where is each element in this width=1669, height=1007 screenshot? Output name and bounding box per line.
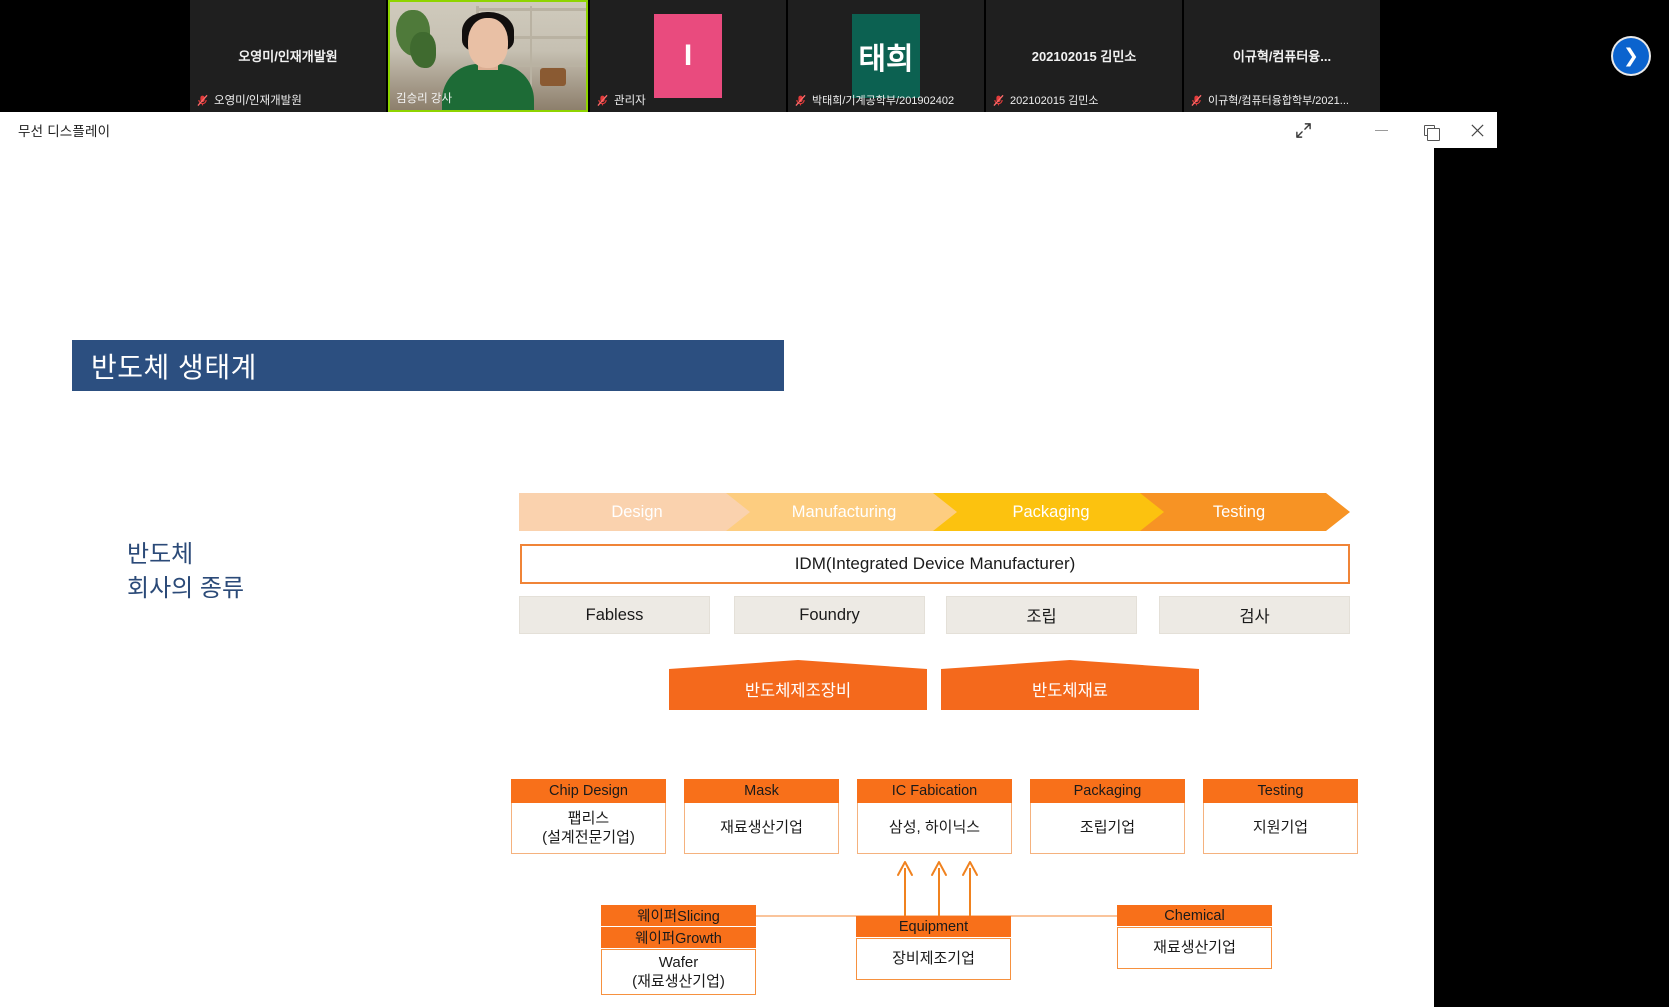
process-step-design: Design bbox=[519, 493, 767, 531]
value-chain-packaging: Packaging 조립기업 bbox=[1030, 779, 1185, 854]
value-chain-mask: Mask 재료생산기업 bbox=[684, 779, 839, 854]
participant-tile-5[interactable]: 이규혁/컴퓨터융... 이규혁/컴퓨터융합학부/2021... bbox=[1184, 0, 1380, 112]
participant-footer: 이규혁/컴퓨터융합학부/2021... bbox=[1190, 92, 1349, 108]
participant-footer-label: 이규혁/컴퓨터융합학부/2021... bbox=[1208, 95, 1349, 107]
process-step-label: Design bbox=[611, 502, 663, 521]
participant-tile-2[interactable]: I 관리자 bbox=[590, 0, 786, 112]
window-titlebar: 무선 디스플레이 bbox=[0, 112, 1497, 148]
participant-footer-label: 김승리 강사 bbox=[396, 93, 453, 105]
wireless-display-window: 무선 디스플레이 반도체 생태계 반도체 회사의 종류 Design Manuf… bbox=[0, 112, 1497, 1007]
participant-footer: 202102015 김민소 bbox=[992, 92, 1098, 108]
window-title: 무선 디스플레이 bbox=[18, 124, 111, 139]
process-step-label: Packaging bbox=[1012, 502, 1090, 521]
value-chain-body: 팹리스 (설계전문기업) bbox=[511, 803, 666, 854]
participant-display-name: 202102015 김민소 bbox=[1031, 49, 1137, 64]
expand-arrows-icon bbox=[1295, 122, 1311, 138]
restore-icon bbox=[1423, 124, 1440, 141]
process-step-packaging: Packaging bbox=[933, 493, 1181, 531]
role-box-foundry: Foundry bbox=[734, 596, 925, 634]
value-chain-ic-fabrication: IC Fabication 삼성, 하이닉스 bbox=[857, 779, 1012, 854]
supplier-body: 재료생산기업 bbox=[1117, 927, 1272, 969]
participant-footer-label: 오영미/인재개발원 bbox=[214, 95, 302, 107]
participant-initial-avatar: 태희 bbox=[852, 14, 920, 98]
value-chain-header: Chip Design bbox=[511, 779, 666, 803]
mic-off-icon bbox=[794, 94, 807, 107]
participant-footer: 박태희/기계공학부/201902402 bbox=[794, 92, 954, 108]
participant-footer-label: 박태희/기계공학부/201902402 bbox=[812, 95, 955, 107]
process-step-label: Testing bbox=[1212, 502, 1266, 521]
supplier-body: Wafer (재료생산기업) bbox=[601, 949, 756, 995]
minimize-icon bbox=[1374, 129, 1388, 131]
supplier-chemical: Chemical 재료생산기업 bbox=[1117, 905, 1272, 969]
slide-side-heading: 반도체 회사의 종류 bbox=[127, 541, 245, 603]
participant-filmstrip: 오영미/인재개발원 오영미/인재개발원 김승리 강사 I 관리자 태희 박태희/… bbox=[0, 0, 1669, 112]
presentation-stage: 반도체 생태계 반도체 회사의 종류 Design Manufacturing … bbox=[0, 148, 1497, 1007]
mic-off-icon bbox=[1190, 94, 1203, 107]
expand-button[interactable] bbox=[1280, 112, 1326, 148]
mic-off-icon bbox=[196, 94, 209, 107]
supplier-body: 장비제조기업 bbox=[856, 938, 1011, 980]
value-chain-testing: Testing 지원기업 bbox=[1203, 779, 1358, 854]
participant-footer-label: 202102015 김민소 bbox=[1010, 95, 1099, 107]
mic-off-icon bbox=[596, 94, 609, 107]
idm-bar: IDM(Integrated Device Manufacturer) bbox=[520, 544, 1350, 584]
value-chain-body: 조립기업 bbox=[1030, 803, 1185, 854]
supply-pentagon-materials: 반도체재료 bbox=[941, 660, 1199, 710]
close-icon bbox=[1470, 123, 1484, 137]
chevron-right-icon: ❯ bbox=[1623, 45, 1639, 67]
participant-tile-1[interactable]: 김승리 강사 bbox=[388, 0, 588, 112]
value-chain-body: 삼성, 하이닉스 bbox=[857, 803, 1012, 854]
value-chain-header: Testing bbox=[1203, 779, 1358, 803]
process-step-manufacturing: Manufacturing bbox=[726, 493, 974, 531]
minimize-button[interactable] bbox=[1358, 112, 1404, 148]
participant-tile-0[interactable]: 오영미/인재개발원 오영미/인재개발원 bbox=[190, 0, 386, 112]
participant-footer-label: 관리자 bbox=[614, 95, 646, 107]
role-box-assembly: 조립 bbox=[946, 596, 1137, 634]
participant-tile-3[interactable]: 태희 박태희/기계공학부/201902402 bbox=[788, 0, 984, 112]
supplier-equipment: Equipment 장비제조기업 bbox=[856, 916, 1011, 980]
process-step-testing: Testing bbox=[1140, 493, 1350, 531]
participant-footer: 김승리 강사 bbox=[396, 90, 452, 106]
value-chain-body: 재료생산기업 bbox=[684, 803, 839, 854]
slide-title-bar: 반도체 생태계 bbox=[72, 340, 784, 391]
participant-display-name: 이규혁/컴퓨터융... bbox=[1232, 49, 1332, 64]
value-chain-header: Mask bbox=[684, 779, 839, 803]
supplier-header: 웨이퍼Slicing bbox=[601, 905, 756, 927]
role-box-fabless: Fabless bbox=[519, 596, 710, 634]
supplier-header: Equipment bbox=[856, 916, 1011, 938]
role-box-inspection: 검사 bbox=[1159, 596, 1350, 634]
maximize-button[interactable] bbox=[1406, 112, 1452, 148]
value-chain-chip-design: Chip Design 팹리스 (설계전문기업) bbox=[511, 779, 666, 854]
value-chain-header: IC Fabication bbox=[857, 779, 1012, 803]
process-chevron-row: Design Manufacturing Packaging Testing bbox=[519, 493, 1350, 531]
supplier-wafer: 웨이퍼Slicing 웨이퍼Growth Wafer (재료생산기업) bbox=[601, 905, 756, 995]
value-chain-header: Packaging bbox=[1030, 779, 1185, 803]
filmstrip-next-button[interactable]: ❯ bbox=[1613, 38, 1649, 74]
supply-pentagon-equipment: 반도체제조장비 bbox=[669, 660, 927, 710]
participant-tile-4[interactable]: 202102015 김민소 202102015 김민소 bbox=[986, 0, 1182, 112]
participant-display-name: 오영미/인재개발원 bbox=[238, 49, 338, 64]
slide-title: 반도체 생태계 bbox=[91, 351, 257, 383]
supplier-header: Chemical bbox=[1117, 905, 1272, 927]
close-button[interactable] bbox=[1454, 112, 1500, 148]
slide-canvas: 반도체 생태계 반도체 회사의 종류 Design Manufacturing … bbox=[0, 148, 1434, 1007]
process-step-label: Manufacturing bbox=[791, 502, 897, 521]
participant-initial-avatar: I bbox=[654, 14, 722, 98]
participant-footer: 관리자 bbox=[596, 92, 646, 108]
mic-off-icon bbox=[992, 94, 1005, 107]
value-chain-body: 지원기업 bbox=[1203, 803, 1358, 854]
avatar bbox=[442, 64, 534, 110]
participant-footer: 오영미/인재개발원 bbox=[196, 92, 302, 108]
supplier-header: 웨이퍼Growth bbox=[601, 927, 756, 949]
